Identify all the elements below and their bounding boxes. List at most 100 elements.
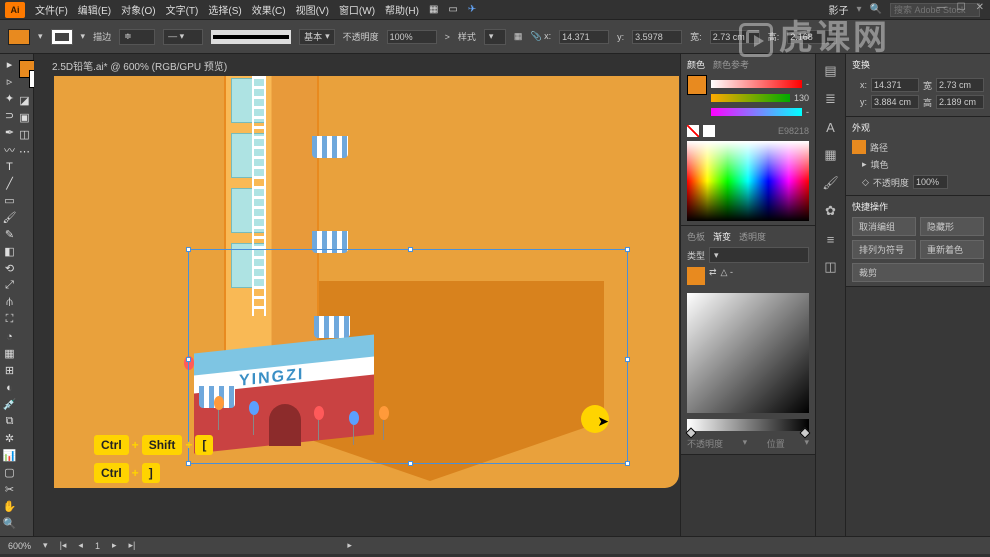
brush-preview[interactable]: [211, 30, 291, 44]
gradient-panel[interactable]: 色板渐变透明度 类型▾ ⇄ △ - 不透明度▾ 位置▾: [681, 226, 815, 455]
h-input[interactable]: [787, 30, 837, 44]
share-icon[interactable]: ✈: [468, 4, 476, 15]
selection-tool[interactable]: ▸: [2, 56, 17, 73]
rectangle-tool[interactable]: ▭: [2, 192, 17, 209]
color-proxy-fill[interactable]: [687, 75, 707, 95]
nav-prev-icon[interactable]: ◂: [78, 540, 83, 551]
brush-style[interactable]: 基本 ▾: [299, 29, 335, 45]
hand-tool[interactable]: ✋: [2, 498, 17, 515]
menu-effect[interactable]: 效果(C): [252, 2, 286, 17]
rotate-tool[interactable]: ⟲: [2, 260, 17, 277]
edit-toolbar[interactable]: ⋯: [17, 143, 32, 160]
tw-input[interactable]: [936, 78, 984, 92]
curvature-tool[interactable]: 〰: [2, 141, 17, 158]
pen-tool[interactable]: ✒: [2, 124, 17, 141]
transform-panel[interactable]: 变换 x:宽 y:高: [846, 54, 990, 117]
hide-button[interactable]: 隐藏形: [920, 217, 984, 236]
th-input[interactable]: [936, 95, 984, 109]
width-tool[interactable]: ⫛: [2, 294, 17, 311]
artboard[interactable]: YINGZI ➤: [54, 76, 679, 488]
scale-tool[interactable]: ⤢: [2, 277, 17, 294]
type-icon[interactable]: A: [822, 118, 840, 136]
minimize-icon[interactable]: —: [937, 2, 947, 13]
menu-type[interactable]: 文字(T): [166, 2, 199, 17]
crop-button[interactable]: 裁剪: [852, 263, 984, 282]
arrange-icon[interactable]: ▭: [448, 4, 457, 15]
perspective-tool[interactable]: ▦: [2, 345, 17, 362]
opacity-input[interactable]: [387, 30, 437, 44]
quick-actions-panel[interactable]: 快捷操作 取消编组 隐藏形 排列为符号 重新着色 裁剪: [846, 196, 990, 287]
slice-tool[interactable]: ✂: [2, 481, 17, 498]
gradient-preview[interactable]: [687, 293, 809, 413]
lasso-tool[interactable]: ⊃: [2, 107, 17, 124]
menu-object[interactable]: 对象(O): [121, 2, 155, 17]
white-swatch[interactable]: [703, 125, 715, 137]
draw-mode[interactable]: ◫: [17, 126, 32, 143]
tx-input[interactable]: [871, 78, 919, 92]
vsp-dropdown[interactable]: — ▾: [163, 29, 203, 45]
ty-input[interactable]: [871, 95, 919, 109]
gradient-slider[interactable]: [687, 419, 809, 431]
direct-selection-tool[interactable]: ▹: [2, 73, 17, 90]
shape-builder-tool[interactable]: ◔: [2, 328, 17, 345]
search-icon[interactable]: 🔍: [870, 4, 882, 15]
tab-transparency[interactable]: 透明度: [739, 230, 766, 243]
menu-window[interactable]: 窗口(W): [339, 2, 375, 17]
color-panel[interactable]: 颜色颜色参考 - 130 - E98218: [681, 54, 815, 226]
appearance-swatch[interactable]: [852, 140, 866, 154]
reverse-gradient-icon[interactable]: ⇄: [709, 267, 717, 285]
fill-swatch[interactable]: [8, 29, 30, 45]
swatches-icon[interactable]: ▦: [822, 146, 840, 164]
canvas-area[interactable]: 2.5D铅笔.ai* @ 600% (RGB/GPU 预览) YINGZI: [34, 54, 680, 536]
menu-select[interactable]: 选择(S): [208, 2, 241, 17]
appearance-opacity-input[interactable]: [913, 175, 948, 189]
nav-first-icon[interactable]: |◂: [60, 540, 67, 551]
magic-wand-tool[interactable]: ✦: [2, 90, 17, 107]
appearance-panel[interactable]: 外观 路径 ▸填色 ◇不透明度: [846, 117, 990, 196]
x-input[interactable]: [559, 30, 609, 44]
menu-help[interactable]: 帮助(H): [385, 2, 419, 17]
tab-transform[interactable]: 变换: [852, 58, 870, 71]
screen-mode[interactable]: ▣: [17, 109, 32, 126]
tab-color[interactable]: 颜色: [687, 58, 705, 71]
y-input[interactable]: [632, 30, 682, 44]
eraser-tool[interactable]: ◧: [2, 243, 17, 260]
none-swatch[interactable]: [687, 125, 699, 137]
brush-tool[interactable]: 🖌: [2, 209, 17, 226]
gradient-proxy[interactable]: [687, 267, 705, 285]
tab-gradient[interactable]: 渐变: [713, 230, 731, 243]
zoom-tool[interactable]: 🔍: [2, 515, 17, 532]
free-transform-tool[interactable]: ⛶: [2, 311, 17, 328]
style-dropdown[interactable]: ▾: [484, 29, 506, 45]
artboard-tool[interactable]: ▢: [2, 464, 17, 481]
zoom-level[interactable]: 600%: [8, 541, 31, 551]
tab-appearance[interactable]: 外观: [852, 121, 870, 134]
layers-icon[interactable]: ≣: [822, 90, 840, 108]
ungroup-button[interactable]: 取消编组: [852, 217, 916, 236]
properties-icon[interactable]: ▤: [822, 62, 840, 80]
align-icon2[interactable]: ≡: [822, 230, 840, 248]
blend-tool[interactable]: ⧉: [2, 413, 17, 430]
stroke-swatch[interactable]: [51, 29, 73, 45]
reference-point[interactable]: [852, 83, 854, 105]
nav-next-icon[interactable]: ▸: [112, 540, 117, 551]
menu-file[interactable]: 文件(F): [35, 2, 68, 17]
graph-tool[interactable]: 📊: [2, 447, 17, 464]
stroke-weight-input[interactable]: ≑: [119, 29, 155, 45]
line-tool[interactable]: ╱: [2, 175, 17, 192]
pathfinder-icon[interactable]: ◫: [822, 258, 840, 276]
menu-view[interactable]: 视图(V): [296, 2, 329, 17]
color-spectrum[interactable]: [687, 141, 809, 221]
align-icon[interactable]: ▦: [514, 31, 523, 42]
shaper-tool[interactable]: ✎: [2, 226, 17, 243]
brushes-icon[interactable]: 🖌: [822, 174, 840, 192]
document-tab[interactable]: 2.5D铅笔.ai* @ 600% (RGB/GPU 预览): [44, 54, 235, 77]
recolor-button[interactable]: 重新着色: [920, 240, 984, 259]
nav-last-icon[interactable]: ▸|: [129, 540, 136, 551]
color-mode[interactable]: ◪: [17, 92, 32, 109]
close-icon[interactable]: ✕: [976, 2, 984, 13]
save-symbol-button[interactable]: 排列为符号: [852, 240, 916, 259]
w-input[interactable]: [710, 30, 760, 44]
mesh-tool[interactable]: ⊞: [2, 362, 17, 379]
eyedropper-tool[interactable]: 💉: [2, 396, 17, 413]
